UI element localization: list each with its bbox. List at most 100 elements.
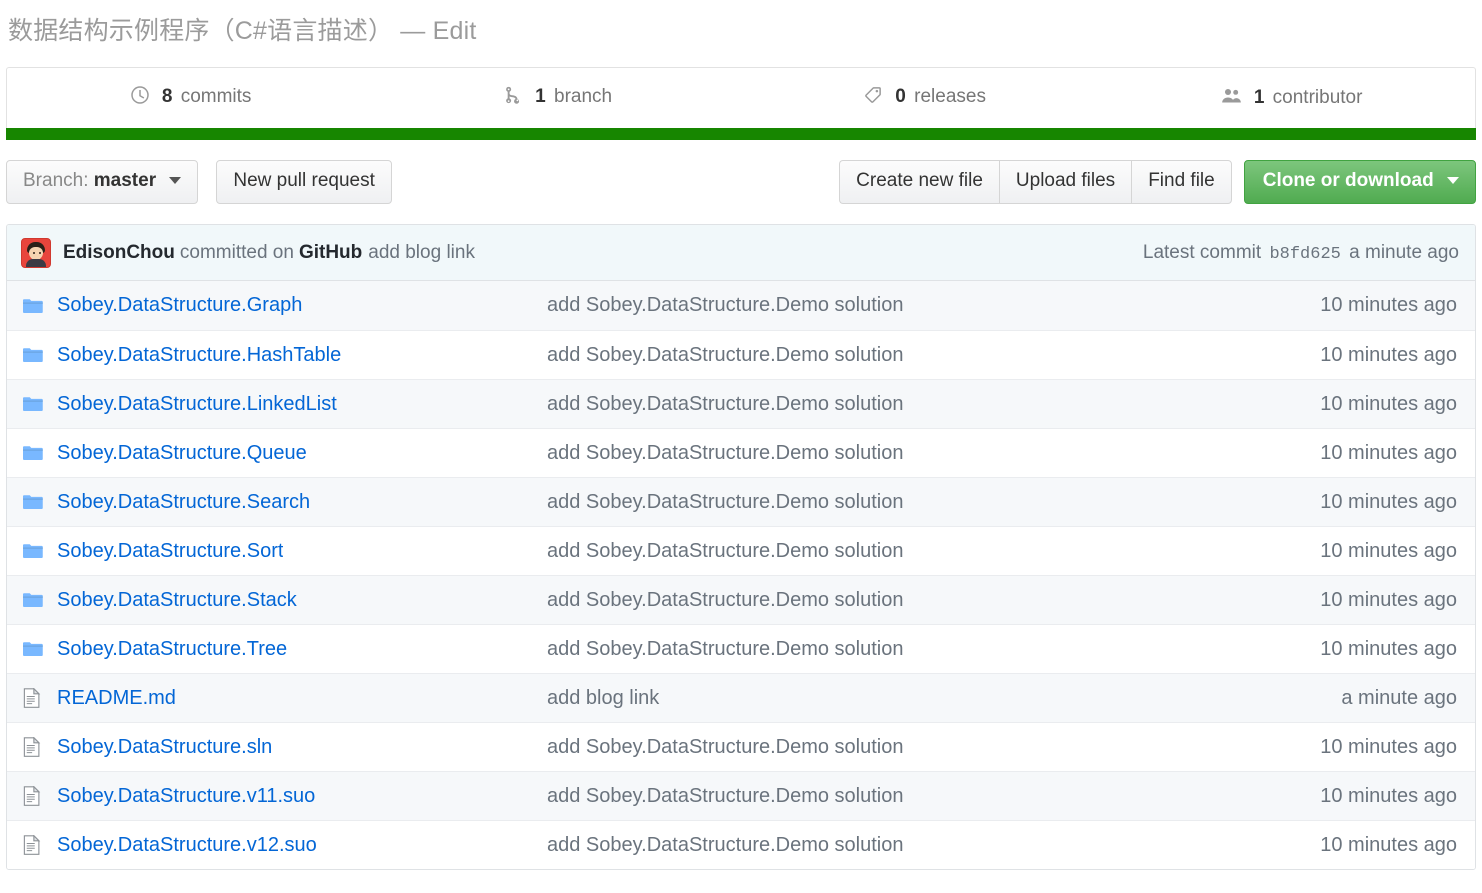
commit-message-cell[interactable]: add Sobey.DataStructure.Demo solution [547, 442, 1245, 465]
chevron-down-icon [1447, 177, 1459, 184]
stat-releases[interactable]: 0 releases [741, 68, 1108, 128]
commit-message-cell[interactable]: add Sobey.DataStructure.Demo solution [547, 785, 1245, 808]
page-title: 数据结构示例程序（C#语言描述） — Edit [0, 0, 1482, 49]
tag-icon [863, 85, 883, 111]
file-link[interactable]: Sobey.DataStructure.v12.suo [57, 834, 317, 857]
latest-commit-age: a minute ago [1349, 242, 1459, 263]
clone-or-download-label: Clone or download [1263, 170, 1434, 191]
stat-contributors[interactable]: 1 contributor [1108, 68, 1475, 128]
table-row: Sobey.DataStructure.Stack add Sobey.DataS… [7, 575, 1475, 624]
branch-select-button[interactable]: Branch: master [6, 160, 198, 204]
commit-message-cell[interactable]: add Sobey.DataStructure.Demo solution [547, 736, 1245, 759]
file-link[interactable]: Sobey.DataStructure.v11.suo [57, 785, 315, 808]
repository-page: 数据结构示例程序（C#语言描述） — Edit 8 commits [0, 0, 1482, 893]
table-row: Sobey.DataStructure.Tree add Sobey.DataSt… [7, 624, 1475, 673]
commit-message-cell[interactable]: add Sobey.DataStructure.Demo solution [547, 344, 1245, 367]
commit-sha-link[interactable]: b8fd625 [1269, 245, 1340, 264]
table-row: Sobey.DataStructure.Graph add Sobey.DataS… [7, 281, 1475, 330]
table-row: Sobey.DataStructure.LinkedList add Sobey.… [7, 379, 1475, 428]
folder-icon [23, 542, 47, 560]
clone-or-download-button[interactable]: Clone or download [1244, 160, 1476, 204]
file-link[interactable]: README.md [57, 687, 176, 710]
find-file-button[interactable]: Find file [1131, 160, 1232, 204]
stat-commits[interactable]: 8 commits [7, 68, 374, 128]
commit-message-link[interactable]: add blog link [368, 242, 475, 264]
stat-branches-label: branch [554, 86, 612, 107]
language-stats-bar [6, 128, 1476, 140]
table-row: Sobey.DataStructure.v12.suo add Sobey.Dat… [7, 820, 1475, 869]
commit-age-cell: 10 minutes ago [1245, 785, 1475, 808]
commit-message-cell[interactable]: add Sobey.DataStructure.Demo solution [547, 834, 1245, 857]
folder-link[interactable]: Sobey.DataStructure.HashTable [57, 344, 341, 367]
file-name-cell: Sobey.DataStructure.HashTable [7, 344, 547, 367]
table-row: Sobey.DataStructure.Sort add Sobey.DataSt… [7, 526, 1475, 575]
stat-contributors-label: contributor [1273, 87, 1363, 108]
folder-link[interactable]: Sobey.DataStructure.Graph [57, 294, 302, 317]
table-row: Sobey.DataStructure.v11.suo add Sobey.Dat… [7, 771, 1475, 820]
repo-stats-bar: 8 commits 1 branch [6, 67, 1476, 128]
commit-message-cell[interactable]: add Sobey.DataStructure.Demo solution [547, 540, 1245, 563]
repo-stats-list: 8 commits 1 branch [7, 68, 1475, 128]
file-list: Sobey.DataStructure.Graph add Sobey.DataS… [7, 281, 1475, 869]
table-row: Sobey.DataStructure.Search add Sobey.Data… [7, 477, 1475, 526]
commit-age-cell: 10 minutes ago [1245, 589, 1475, 612]
avatar[interactable] [21, 238, 51, 268]
commit-author-group: EdisonChou committed on GitHub add blog … [21, 238, 475, 268]
chevron-down-icon [169, 177, 181, 184]
commit-age-cell: 10 minutes ago [1245, 393, 1475, 416]
folder-link[interactable]: Sobey.DataStructure.Queue [57, 442, 307, 465]
commit-age-cell: 10 minutes ago [1245, 294, 1475, 317]
commit-message-cell[interactable]: add Sobey.DataStructure.Demo solution [547, 393, 1245, 416]
folder-link[interactable]: Sobey.DataStructure.Stack [57, 589, 297, 612]
file-name-cell: Sobey.DataStructure.v12.suo [7, 834, 547, 857]
file-listing-box: EdisonChou committed on GitHub add blog … [6, 224, 1476, 870]
folder-link[interactable]: Sobey.DataStructure.Tree [57, 638, 287, 661]
branch-prefix-label: Branch: [23, 170, 88, 191]
commit-message-cell[interactable]: add blog link [547, 687, 1245, 710]
commit-age-cell: a minute ago [1245, 687, 1475, 710]
commit-message-cell[interactable]: add Sobey.DataStructure.Demo solution [547, 294, 1245, 317]
file-icon [23, 737, 47, 757]
latest-commit-info: Latest commit b8fd625 a minute ago [1143, 242, 1459, 264]
commit-message-cell[interactable]: add Sobey.DataStructure.Demo solution [547, 491, 1245, 514]
stat-contributors-count: 1 [1254, 87, 1265, 108]
table-row: Sobey.DataStructure.HashTable add Sobey.D… [7, 330, 1475, 379]
language-segment-csharp [6, 128, 1476, 140]
repo-toolbar: Branch: master New pull request Create n… [6, 160, 1476, 206]
upload-files-button[interactable]: Upload files [999, 160, 1131, 204]
file-name-cell: Sobey.DataStructure.sln [7, 736, 547, 759]
folder-icon [23, 297, 47, 315]
table-row: Sobey.DataStructure.Queue add Sobey.DataS… [7, 428, 1475, 477]
folder-icon [23, 591, 47, 609]
commit-message-cell[interactable]: add Sobey.DataStructure.Demo solution [547, 589, 1245, 612]
file-link[interactable]: Sobey.DataStructure.sln [57, 736, 272, 759]
stat-branches[interactable]: 1 branch [374, 68, 741, 128]
stat-releases-label: releases [914, 86, 986, 107]
commit-age-cell: 10 minutes ago [1245, 491, 1475, 514]
latest-commit-label: Latest commit [1143, 242, 1261, 263]
people-icon [1221, 85, 1242, 112]
commit-message-cell[interactable]: add Sobey.DataStructure.Demo solution [547, 638, 1245, 661]
commit-platform-label: GitHub [299, 242, 362, 264]
file-name-cell: Sobey.DataStructure.Stack [7, 589, 547, 612]
folder-link[interactable]: Sobey.DataStructure.Search [57, 491, 310, 514]
commit-verb-label: committed on [180, 242, 294, 264]
file-actions-group: Create new file Upload files Find file [839, 160, 1232, 204]
folder-icon [23, 640, 47, 658]
stat-commits-label: commits [181, 86, 252, 107]
create-new-file-button[interactable]: Create new file [839, 160, 999, 204]
folder-link[interactable]: Sobey.DataStructure.LinkedList [57, 393, 337, 416]
history-icon [130, 85, 150, 111]
new-pull-request-button[interactable]: New pull request [216, 160, 392, 204]
stat-branches-count: 1 [535, 86, 546, 107]
commit-age-cell: 10 minutes ago [1245, 638, 1475, 661]
commit-age-cell: 10 minutes ago [1245, 344, 1475, 367]
folder-link[interactable]: Sobey.DataStructure.Sort [57, 540, 283, 563]
file-name-cell: Sobey.DataStructure.Tree [7, 638, 547, 661]
commit-author-link[interactable]: EdisonChou [63, 242, 175, 264]
branch-name-label: master [94, 170, 156, 191]
toolbar-right-group: Create new file Upload files Find file C… [839, 160, 1476, 204]
commit-age-cell: 10 minutes ago [1245, 540, 1475, 563]
folder-icon [23, 493, 47, 511]
file-name-cell: README.md [7, 687, 547, 710]
